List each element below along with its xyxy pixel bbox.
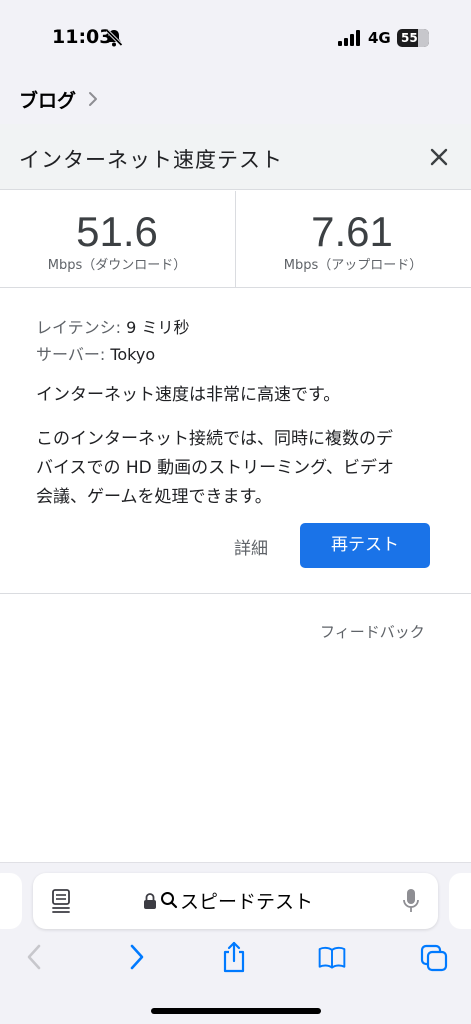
download-speed-unit: Mbps（ダウンロード）: [47, 258, 187, 273]
signal-icon: [338, 30, 360, 46]
download-speed-value: 51.6: [76, 208, 158, 255]
previous-tab-preview[interactable]: [0, 873, 22, 929]
speed-description: このインターネット接続では、同時に複数のデ バイスでの HD 動画のストリーミン…: [36, 425, 446, 512]
address-text[interactable]: スピードテスト: [180, 887, 313, 914]
chevron-right-icon: [89, 92, 97, 106]
server-row: サーバー: Tokyo: [36, 341, 155, 365]
retest-button[interactable]: 再テスト: [300, 523, 430, 568]
feedback-link[interactable]: フィードバック: [320, 621, 425, 642]
description-line: バイスでの HD 動画のストリーミング、ビデオ: [36, 458, 394, 478]
network-type: 4G: [368, 29, 391, 47]
back-icon[interactable]: [20, 940, 50, 974]
share-icon[interactable]: [219, 940, 249, 974]
next-tab-preview[interactable]: [449, 873, 471, 929]
search-icon: [161, 892, 178, 909]
forward-icon[interactable]: [121, 940, 151, 974]
upload-speed-unit: Mbps（アップロード）: [283, 258, 423, 273]
card-title: インターネット速度テスト: [19, 148, 283, 172]
latency-label: レイテンシ:: [36, 318, 122, 337]
close-icon[interactable]: [426, 144, 452, 170]
battery-level: 55: [401, 31, 418, 45]
latency-row: レイテンシ: 9 ミリ秒: [36, 314, 189, 338]
description-line: このインターネット接続では、同時に複数のデ: [36, 429, 393, 449]
tabs-icon[interactable]: [419, 940, 449, 974]
details-button[interactable]: 詳細: [234, 534, 268, 559]
lock-icon: [144, 893, 156, 909]
divider: [0, 593, 471, 594]
mic-icon[interactable]: [402, 888, 420, 914]
speed-divider: [235, 191, 236, 288]
reader-icon[interactable]: [51, 888, 73, 914]
speed-summary: インターネット速度は非常に高速です。: [36, 385, 341, 405]
breadcrumb[interactable]: ブログ: [19, 86, 76, 113]
server-label: サーバー:: [36, 345, 106, 364]
bell-slash-icon: [105, 29, 123, 47]
battery-indicator: 55: [397, 29, 429, 47]
latency-value: 9 ミリ秒: [126, 318, 190, 337]
description-line: 会議、ゲームを処理できます。: [36, 487, 272, 507]
home-indicator: [151, 1008, 321, 1014]
server-value: Tokyo: [110, 345, 156, 364]
bookmarks-icon[interactable]: [317, 940, 347, 974]
upload-speed-value: 7.61: [311, 208, 393, 255]
